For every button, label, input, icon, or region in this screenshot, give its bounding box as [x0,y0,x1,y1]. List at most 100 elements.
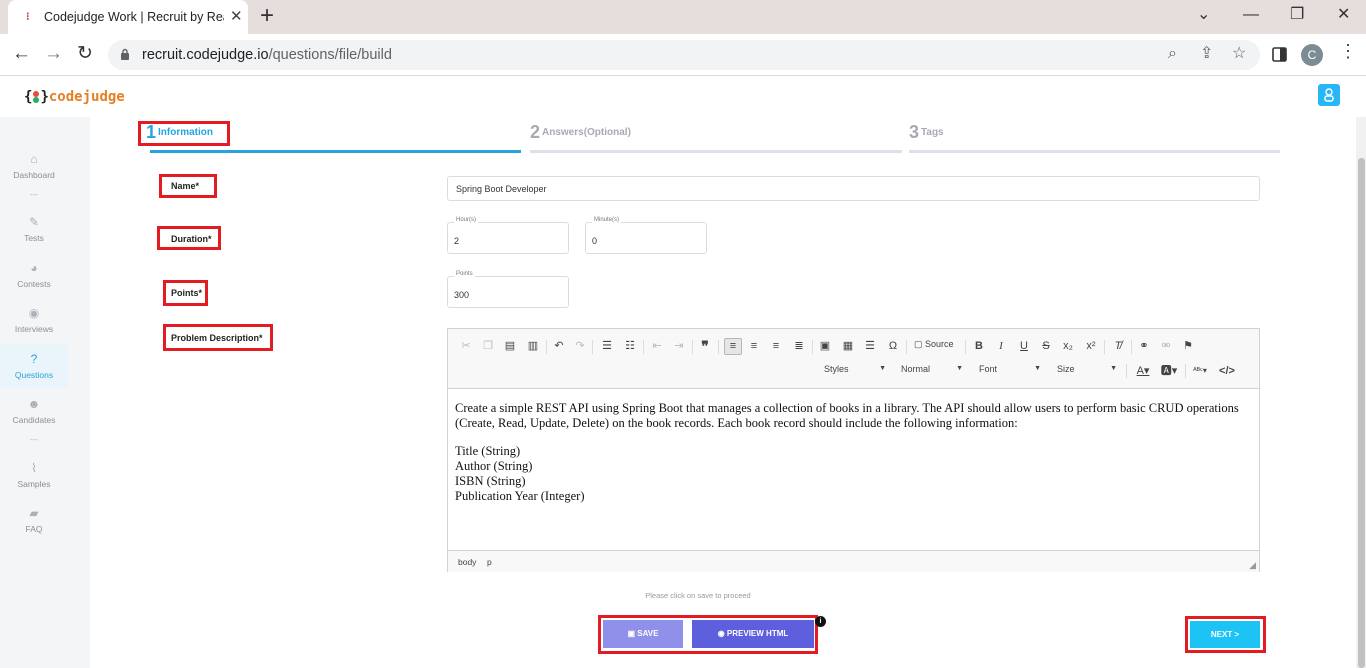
info-icon[interactable]: i [815,616,826,627]
user-account-button[interactable] [1318,84,1340,106]
sidebar-item-contests[interactable]: ◕ Contests [0,261,68,301]
image-icon[interactable]: ▣ [817,339,833,353]
close-tab-icon[interactable]: ✕ [230,9,243,24]
bookmark-star-icon[interactable]: ☆ [1232,45,1246,63]
format-value: Normal [901,364,931,374]
step-tags[interactable]: 3 Tags [909,122,944,144]
sidebar-item-samples[interactable]: ⌇ Samples [0,461,68,501]
remove-format-icon[interactable]: T̸ [1110,339,1126,353]
browser-tab[interactable]: ⁝ Codejudge Work | Recruit by Rea ✕ [8,0,248,34]
outdent-icon[interactable]: ⇤ [649,339,665,353]
sidebar-item-candidates[interactable]: ☻ Candidates [0,397,68,437]
sidebar-item-label: Contests [17,279,51,289]
underline-icon[interactable]: U [1016,339,1032,353]
special-character-icon[interactable]: Ω [885,339,901,353]
sidebar-item-questions[interactable]: ? Questions [0,344,68,388]
blockquote-icon[interactable]: ❞ [697,339,713,353]
font-dropdown[interactable]: Font ▼ [979,364,1041,380]
spellcheck-icon[interactable]: ᴬᴮᶜ▾ [1189,364,1211,378]
hours-field[interactable]: Hour(s) 2 [447,217,569,254]
dropdown-arrow-icon: ▼ [879,365,886,372]
sidebar-separator: --- [30,435,38,444]
sidebar-item-dashboard[interactable]: ⌂ Dashboard [0,152,68,192]
step-answers[interactable]: 2 Answers(Optional) [530,122,631,144]
paste-text-icon[interactable]: ▥ [525,339,541,353]
code-icon[interactable]: </> [1218,364,1236,378]
share-icon[interactable]: ⇪ [1200,45,1213,63]
next-button[interactable]: NEXT > [1190,621,1260,648]
dropdown-arrow-icon: ▼ [1110,365,1117,372]
back-arrow-icon[interactable]: ← [12,44,31,64]
close-window-icon[interactable]: ✕ [1337,6,1350,24]
anchor-flag-icon[interactable]: ⚑ [1180,339,1196,353]
superscript-icon[interactable]: x² [1083,339,1099,353]
font-value: Font [979,364,998,374]
undo-icon[interactable]: ↶ [551,339,567,353]
restore-icon[interactable]: ❐ [1290,6,1304,24]
side-panel-icon[interactable] [1272,47,1287,62]
cut-icon[interactable]: ✂ [458,339,474,353]
table-icon[interactable]: ▦ [840,339,856,353]
url-field[interactable]: recruit.codejudge.io/questions/file/buil… [108,40,1260,70]
new-tab-icon[interactable]: + [260,4,274,28]
step-progress-answers [530,150,902,153]
source-icon: ▢ [914,339,926,349]
sidebar-item-tests[interactable]: ✎ Tests [0,215,68,255]
indent-icon[interactable]: ⇥ [671,339,687,353]
italic-icon[interactable]: I [993,339,1009,353]
element-path-p[interactable]: p [487,557,492,567]
copy-icon[interactable]: ❐ [480,339,496,353]
minimize-icon[interactable]: — [1243,6,1259,24]
save-button[interactable]: ▣ SAVE [603,620,683,648]
dropdown-arrow-icon: ▼ [1034,365,1041,372]
align-right-icon[interactable]: ≡ [768,339,784,353]
numbered-list-icon[interactable]: ☰ [599,339,615,353]
hours-value: 2 [454,236,460,246]
editor-line: Publication Year (Integer) [455,489,585,503]
editor-toolbar: ✂ ❐ ▤ ▥ ↶ ↷ ☰ ☷ ⇤ ⇥ ❞ ≡ ≡ ≡ ≣ ▣ ▦ ☰ Ω ▢ … [448,329,1259,389]
points-field[interactable]: Points 300 [447,271,569,308]
pencil-icon: ✎ [28,215,40,229]
subscript-icon[interactable]: x₂ [1060,339,1076,353]
size-dropdown[interactable]: Size ▼ [1057,364,1117,380]
codejudge-logo[interactable]: {}codejudge [24,89,125,105]
paste-icon[interactable]: ▤ [502,339,518,353]
redo-icon[interactable]: ↷ [572,339,588,353]
text-color-icon[interactable]: A▾ [1132,364,1154,378]
toolbar-separator [1185,364,1186,378]
editor-line: Author (String) [455,459,533,473]
align-center-icon[interactable]: ≡ [746,339,762,353]
editor-content[interactable]: Create a simple REST API using Spring Bo… [455,401,1245,504]
preview-html-button[interactable]: ◉ PREVIEW HTML [692,620,814,648]
horizontal-line-icon[interactable]: ☰ [862,339,878,353]
tab-search-chevron-icon[interactable]: ⌄ [1197,6,1210,24]
format-dropdown[interactable]: Normal ▼ [901,364,963,380]
strikethrough-icon[interactable]: S [1038,339,1054,353]
minutes-field[interactable]: Minute(s) 0 [585,217,707,254]
bulleted-list-icon[interactable]: ☷ [622,339,638,353]
sidebar-item-label: Questions [14,370,54,380]
lock-icon [121,48,129,60]
unlink-icon[interactable]: ⚮ [1158,339,1174,353]
source-button[interactable]: ▢ Source [914,339,954,350]
toolbar-separator [906,340,907,354]
element-path-body[interactable]: body [458,557,476,567]
reload-icon[interactable]: ↻ [77,44,93,64]
resize-handle-icon[interactable]: ◢ [1249,560,1256,571]
forward-arrow-icon[interactable]: → [44,44,63,64]
highlight-box [138,121,230,146]
codejudge-favicon-icon: ⁝ [26,11,30,23]
name-field[interactable]: Spring Boot Developer [447,176,1260,201]
browser-menu-icon[interactable]: ⋮ [1339,42,1357,60]
user-icon [1324,88,1334,102]
link-icon[interactable]: ⚭ [1136,339,1152,353]
align-justify-icon[interactable]: ≣ [791,339,807,353]
styles-dropdown[interactable]: Styles ▼ [824,364,886,380]
bold-icon[interactable]: B [971,339,987,353]
background-color-icon[interactable]: 🅰▾ [1158,364,1180,378]
zoom-icon[interactable]: ⌕ [1168,45,1177,63]
sidebar-item-faq[interactable]: ▰ FAQ [0,506,68,546]
align-left-icon[interactable]: ≡ [724,338,742,355]
profile-avatar[interactable]: C [1301,44,1323,66]
sidebar-item-interviews[interactable]: ◉ Interviews [0,306,68,346]
